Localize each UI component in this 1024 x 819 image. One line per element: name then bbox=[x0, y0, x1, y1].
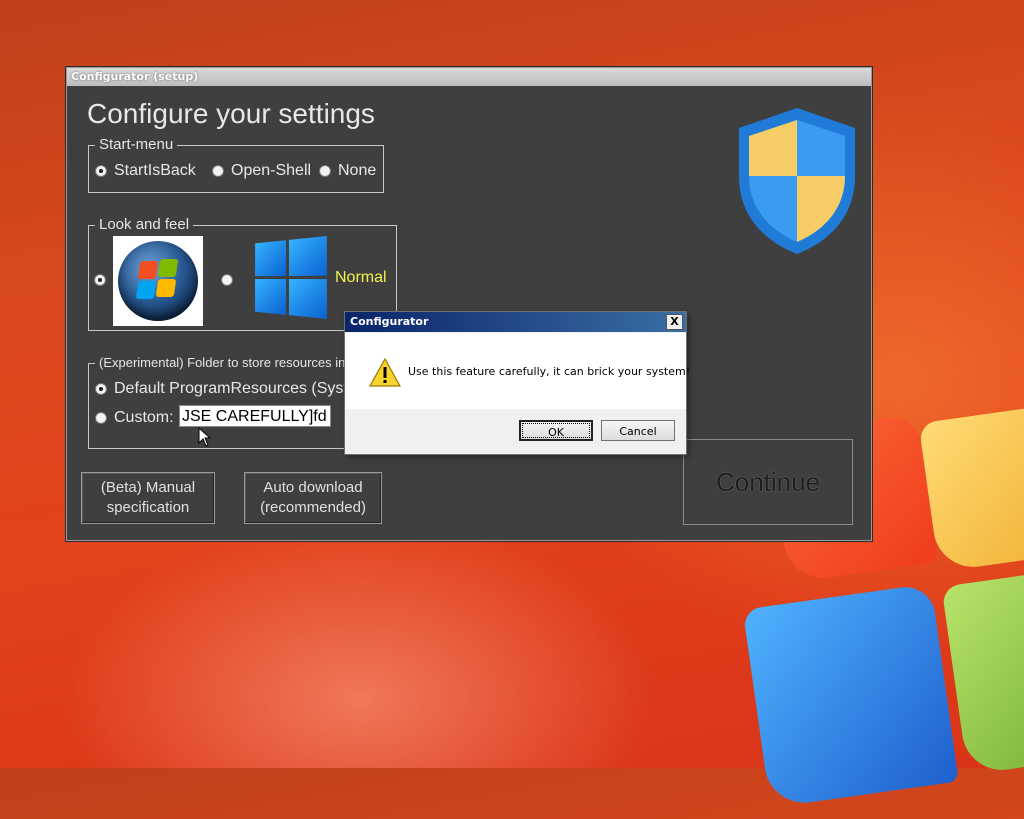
radio-button[interactable] bbox=[319, 165, 331, 177]
ok-button[interactable]: OK bbox=[519, 420, 593, 441]
warning-icon bbox=[369, 358, 401, 388]
radio-startisback[interactable]: StartIsBack bbox=[95, 162, 196, 180]
win10-pane bbox=[289, 279, 327, 319]
radio-label: Open-Shell bbox=[231, 162, 311, 180]
close-icon[interactable]: X bbox=[666, 314, 683, 330]
orb-red-flag bbox=[138, 261, 159, 279]
look-mode-label: Normal bbox=[335, 269, 387, 287]
win10-pane bbox=[289, 236, 327, 276]
radio-label: None bbox=[338, 162, 376, 180]
radio-label: Default ProgramResources (System bbox=[114, 380, 370, 398]
radio-button[interactable] bbox=[95, 412, 107, 424]
radio-button[interactable] bbox=[95, 383, 107, 395]
flag-blue-pane bbox=[743, 583, 959, 807]
dialog-titlebar[interactable]: Configurator X bbox=[345, 312, 686, 332]
orb-yellow-flag bbox=[156, 279, 177, 297]
custom-folder-input[interactable]: JSE CAREFULLY]fd bbox=[179, 405, 331, 427]
orb-green-flag bbox=[158, 259, 179, 277]
radio-custom-resources[interactable]: Custom: bbox=[95, 409, 174, 427]
security-shield-icon bbox=[735, 106, 859, 256]
win10-pane bbox=[255, 240, 286, 276]
look-and-feel-legend: Look and feel bbox=[95, 216, 193, 234]
page-title: Configure your settings bbox=[87, 98, 375, 130]
windows-7-orb-icon bbox=[118, 241, 198, 321]
radio-default-resources[interactable]: Default ProgramResources (System bbox=[95, 380, 370, 398]
button-label-line2: (recommended) bbox=[245, 498, 381, 518]
button-label-line2: specification bbox=[82, 498, 214, 518]
dialog-message: Use this feature carefully, it can brick… bbox=[408, 365, 690, 378]
start-menu-legend: Start-menu bbox=[95, 136, 177, 154]
start-menu-group: Start-menu StartIsBack Open-Shell None bbox=[88, 145, 384, 193]
flag-green-pane bbox=[941, 563, 1024, 775]
windows-10-logo[interactable] bbox=[255, 236, 328, 320]
radio-button[interactable] bbox=[212, 165, 224, 177]
mouse-pointer-icon bbox=[198, 427, 212, 447]
dialog-title: Configurator bbox=[350, 315, 428, 328]
radio-classic-look[interactable] bbox=[94, 274, 106, 286]
radio-none[interactable]: None bbox=[319, 162, 376, 180]
warning-dialog: Configurator X Use this feature carefull… bbox=[344, 311, 687, 455]
cancel-button[interactable]: Cancel bbox=[601, 420, 675, 441]
configurator-window: Configurator (setup) Configure your sett… bbox=[66, 67, 872, 541]
win10-pane bbox=[255, 279, 286, 315]
orb-blue-flag bbox=[136, 281, 157, 299]
radio-label: StartIsBack bbox=[114, 162, 196, 180]
radio-button[interactable] bbox=[95, 165, 107, 177]
continue-button[interactable]: Continue bbox=[683, 439, 853, 525]
auto-download-button[interactable]: Auto download (recommended) bbox=[244, 472, 382, 524]
dialog-body: Use this feature carefully, it can brick… bbox=[345, 333, 686, 409]
button-label-line1: Auto download bbox=[245, 478, 381, 498]
resources-legend: (Experimental) Folder to store resources… bbox=[95, 354, 349, 372]
windows-7-logo[interactable] bbox=[113, 236, 203, 326]
button-label-line1: (Beta) Manual bbox=[82, 478, 214, 498]
window-titlebar[interactable]: Configurator (setup) bbox=[67, 68, 871, 86]
radio-label: Custom: bbox=[114, 409, 174, 427]
radio-modern-look[interactable] bbox=[221, 274, 233, 286]
radio-open-shell[interactable]: Open-Shell bbox=[212, 162, 311, 180]
manual-specification-button[interactable]: (Beta) Manual specification bbox=[81, 472, 215, 524]
